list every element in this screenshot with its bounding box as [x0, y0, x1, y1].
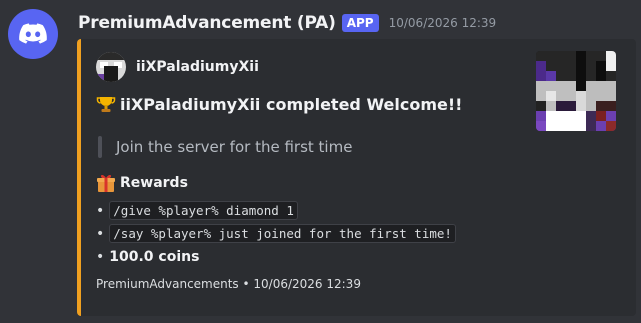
bullet: •	[96, 202, 105, 219]
list-item: • 100.0 coins	[96, 245, 456, 268]
reward-command-code: /give %player% diamond 1	[109, 201, 298, 220]
author-name[interactable]: PremiumAdvancement (PA)	[78, 13, 336, 33]
message-timestamp: 10/06/2026 12:39	[388, 16, 497, 30]
rewards-list: • /give %player% diamond 1 • /say %playe…	[96, 199, 456, 268]
player-skin-thumbnail[interactable]	[536, 51, 616, 131]
embed-title-target: Welcome!!	[366, 94, 463, 114]
message-header: PremiumAdvancement (PA) APP 10/06/2026 1…	[78, 11, 496, 35]
bullet: •	[96, 225, 105, 242]
chat-message: PremiumAdvancement (PA) APP 10/06/2026 1…	[0, 0, 641, 323]
embed-description-quote: Join the server for the first time	[98, 136, 352, 158]
bullet: •	[96, 248, 105, 265]
embed-description: Join the server for the first time	[116, 138, 353, 156]
list-item: • /say %player% just joined for the firs…	[96, 222, 456, 245]
rewards-field-name: Rewards	[96, 173, 188, 193]
embed-title: iiXPaladiumyXii completed Welcome!!	[96, 94, 462, 114]
embed-footer: PremiumAdvancements • 10/06/2026 12:39	[96, 277, 361, 291]
reward-coins: 100.0 coins	[109, 248, 200, 265]
gift-icon	[97, 174, 115, 192]
list-item: • /give %player% diamond 1	[96, 199, 456, 222]
quote-bar	[98, 136, 102, 158]
reward-command-code: /say %player% just joined for the first …	[109, 224, 456, 243]
embed-author: iiXPaladiumyXii	[96, 52, 259, 82]
rewards-label: Rewards	[120, 175, 188, 191]
embed-title-prefix: iiXPaladiumyXii completed	[120, 94, 367, 114]
embed-author-name[interactable]: iiXPaladiumyXii	[136, 59, 259, 75]
rich-embed: iiXPaladiumyXii iiXPaladiumyXii complete…	[77, 39, 636, 316]
player-head-icon	[96, 52, 126, 82]
trophy-icon	[96, 97, 116, 112]
discord-logo-icon	[19, 23, 47, 44]
app-badge: APP	[341, 14, 379, 32]
bot-avatar[interactable]	[8, 9, 58, 59]
